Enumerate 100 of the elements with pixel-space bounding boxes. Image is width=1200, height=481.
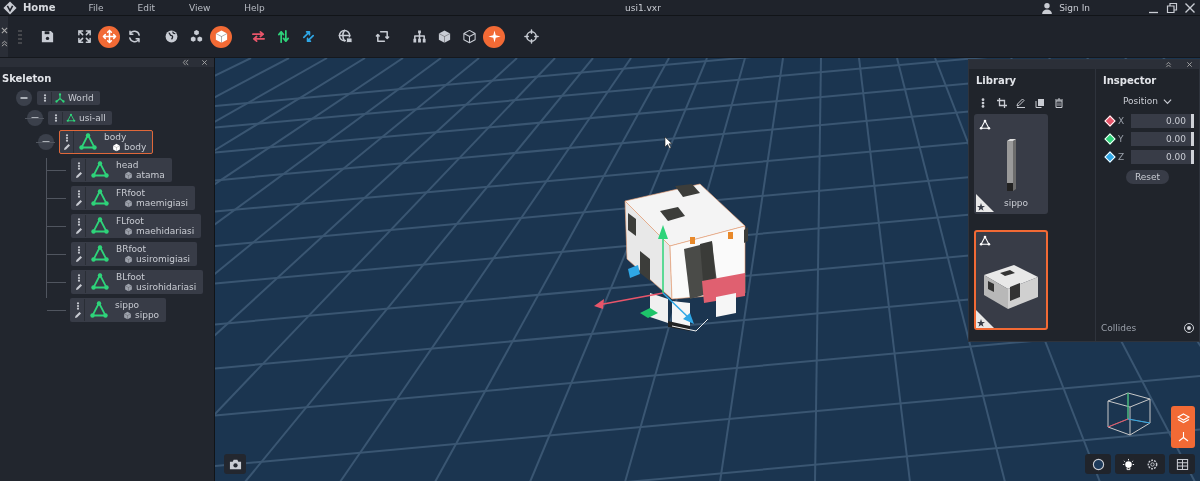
- number-field[interactable]: 0.00: [1131, 150, 1194, 164]
- camera-icon: [228, 457, 242, 471]
- cube-icon: [124, 226, 133, 236]
- collapse-icon[interactable]: [182, 59, 189, 66]
- bone-node[interactable]: BRfoot usiromigiasi: [71, 242, 198, 266]
- library-item[interactable]: [974, 230, 1048, 330]
- cube-icon: [112, 142, 121, 152]
- cubes-icon: [188, 29, 204, 44]
- menu-item[interactable]: Help: [241, 2, 268, 13]
- drag-handle-icon[interactable]: [18, 29, 22, 44]
- bone-node[interactable]: body body: [59, 130, 154, 154]
- bone-icon: [979, 119, 991, 131]
- cube-icon: [124, 170, 133, 180]
- close-icon[interactable]: [1184, 1, 1196, 14]
- tree-node[interactable]: World: [37, 91, 100, 105]
- reset-button[interactable]: Reset: [1125, 170, 1170, 184]
- close-icon[interactable]: [0, 26, 8, 34]
- sparkle-button[interactable]: [483, 25, 505, 48]
- pencil-icon[interactable]: [62, 142, 71, 151]
- section-dropdown[interactable]: Position: [1122, 96, 1172, 106]
- pencil-icon[interactable]: [74, 170, 83, 179]
- save-icon: [39, 29, 55, 44]
- node-name: World: [68, 93, 94, 103]
- layers-icon: [1176, 412, 1190, 424]
- collapse-toggle[interactable]: [16, 90, 32, 106]
- bone-node[interactable]: head atama: [71, 158, 172, 182]
- pencil-icon[interactable]: [74, 254, 83, 263]
- number-field[interactable]: 0.00: [1131, 132, 1194, 146]
- library-item[interactable]: sippo: [974, 114, 1048, 214]
- number-field[interactable]: 0.00: [1131, 114, 1194, 128]
- bone-icon: [90, 160, 110, 180]
- object-mode-button[interactable]: [210, 25, 232, 48]
- menu-item[interactable]: View: [185, 2, 214, 13]
- mesh-name: maehidariasi: [136, 226, 195, 236]
- star-corner-icon: [976, 310, 994, 328]
- collapse-icon[interactable]: [1165, 61, 1172, 68]
- mesh-name: atama: [136, 170, 165, 180]
- sign-in-link[interactable]: Sign In: [1059, 2, 1090, 13]
- crosshair-icon: [523, 29, 539, 44]
- mesh-name: sippo: [135, 310, 160, 320]
- sphere-icon: [1091, 457, 1105, 471]
- cube-icon: [124, 282, 133, 292]
- collapse-icon[interactable]: [0, 39, 8, 47]
- move-arrows-icon: [101, 29, 117, 44]
- screenshot-button[interactable]: [224, 454, 246, 474]
- chevron-down-icon: [1163, 96, 1172, 106]
- light-bulb-icon: [1121, 457, 1135, 471]
- axis-label: Z: [1118, 152, 1126, 162]
- crop-icon[interactable]: [997, 98, 1007, 108]
- menu-item[interactable]: File: [85, 2, 107, 13]
- panel-title: Skeleton: [1, 72, 53, 86]
- mesh-name: usiromigiasi: [136, 254, 191, 264]
- move-gizmo-drawing[interactable]: [594, 225, 709, 332]
- axis-nodes-icon: [55, 93, 65, 103]
- trash-icon[interactable]: [1054, 98, 1064, 108]
- view-mode-toggle[interactable]: [1171, 406, 1195, 448]
- globe-icon: [163, 29, 179, 44]
- collapse-toggle[interactable]: [27, 110, 43, 126]
- bone-node[interactable]: FLfoot maehidariasi: [71, 214, 202, 238]
- bone-node[interactable]: BLfoot usirohidariasi: [71, 270, 204, 294]
- bone-name: BRfoot: [116, 244, 148, 254]
- restore-icon[interactable]: [1166, 1, 1178, 14]
- bone-icon: [90, 272, 110, 292]
- mesh-name: body: [124, 142, 147, 152]
- bone-node[interactable]: sippo sippo: [70, 298, 167, 322]
- menu-item[interactable]: Edit: [134, 2, 158, 13]
- view-cube-drawing[interactable]: [1106, 389, 1152, 437]
- bone-icon: [89, 300, 109, 320]
- pencil-icon[interactable]: [73, 310, 82, 319]
- vertical-arrows-icon: [275, 29, 291, 44]
- mesh-name: maemigiasi: [136, 198, 188, 208]
- collapse-toggle[interactable]: [38, 134, 54, 150]
- pencil-icon[interactable]: [74, 226, 83, 235]
- grid-icon: [1175, 457, 1189, 471]
- bone-name: BLfoot: [116, 272, 146, 282]
- bone-name: FRfoot: [116, 188, 147, 198]
- pencil-icon[interactable]: [74, 282, 83, 291]
- cube-icon: [213, 29, 229, 44]
- cube-icon: [436, 29, 452, 44]
- option-label: Collides: [1101, 323, 1137, 333]
- axes-icon: [1176, 430, 1190, 442]
- cube-icon: [123, 310, 132, 320]
- axis-label: X: [1118, 116, 1126, 126]
- bone-icon: [90, 244, 110, 264]
- cow-body-drawing: [983, 264, 1039, 310]
- copy-icon[interactable]: [1035, 98, 1045, 108]
- bone-icon: [90, 188, 110, 208]
- globe-box-icon: [337, 29, 353, 44]
- axis-label: Y: [1118, 134, 1125, 144]
- close-icon[interactable]: [1186, 61, 1193, 68]
- close-icon[interactable]: [201, 59, 208, 66]
- tree-node[interactable]: usi-all: [48, 111, 112, 125]
- home-menu[interactable]: Home: [23, 2, 56, 13]
- star-corner-icon: [976, 194, 994, 212]
- rotate-arrows-icon: [126, 29, 142, 44]
- tail-model-drawing: [1005, 138, 1017, 192]
- bone-node[interactable]: FRfoot maemigiasi: [71, 186, 195, 210]
- pencil-icon[interactable]: [1016, 98, 1026, 108]
- pencil-icon[interactable]: [74, 198, 83, 207]
- move-tool-button[interactable]: [98, 25, 120, 48]
